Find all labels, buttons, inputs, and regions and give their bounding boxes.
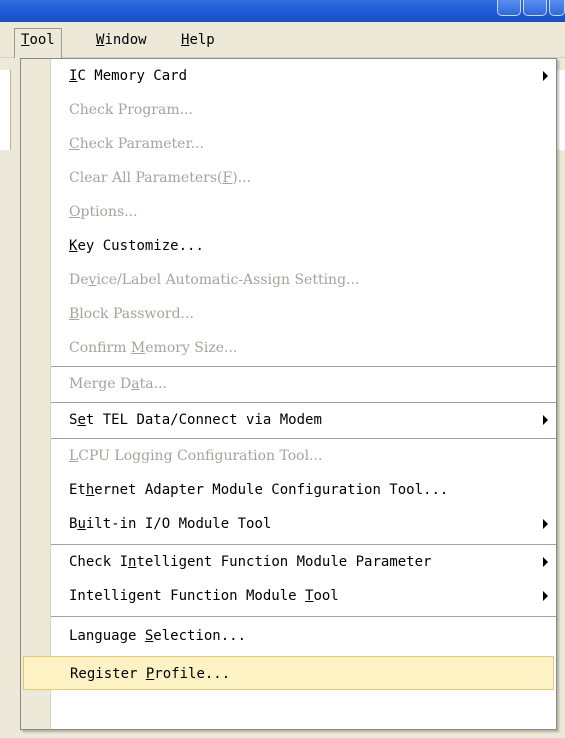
menu-icon-gutter [21,59,51,729]
menu-help[interactable]: Help [175,28,221,52]
menu-item-options[interactable]: Options... [51,195,556,229]
submenu-arrow-icon [543,519,548,529]
menu-tool[interactable]: Tool [14,28,62,58]
close-button[interactable] [549,0,565,16]
menu-item-confirm-memory-size[interactable]: Confirm Memory Size... [51,331,556,365]
menu-help-rest: elp [189,32,215,48]
menu-item-set-tel-data[interactable]: Set TEL Data/Connect via Modem [51,403,556,437]
menu-item-ethernet-adapter-tool[interactable]: Ethernet Adapter Module Configuration To… [51,473,556,507]
menu-tool-rest: ool [29,32,55,48]
menu-item-check-program[interactable]: Check Program... [51,93,556,127]
menu-separator [51,616,556,617]
menu-item-lcpu-logging[interactable]: LCPU Logging Configuration Tool... [51,439,556,473]
tool-dropdown-menu: IC Memory Card Check Program... Check Pa… [20,58,557,730]
menu-item-builtin-io-tool[interactable]: Built-in I/O Module Tool [51,507,556,541]
menu-item-merge-data[interactable]: Merge Data... [51,367,556,401]
menu-item-check-intelligent-parameter[interactable]: Check Intelligent Function Module Parame… [51,545,556,579]
menu-item-check-parameter[interactable]: Check Parameter... [51,127,556,161]
submenu-arrow-icon [543,591,548,601]
menu-bar: Tool Window Help [0,22,565,58]
maximize-button[interactable] [523,0,547,16]
menu-item-clear-all-parameters[interactable]: Clear All Parameters(F)... [51,161,556,195]
menu-item-register-profile[interactable]: Register Profile... [23,656,554,690]
menu-item-intelligent-module-tool[interactable]: Intelligent Function Module Tool [51,579,556,613]
menu-item-key-customize[interactable]: Key Customize... [51,229,556,263]
submenu-arrow-icon [543,557,548,567]
left-edge-panel [0,70,11,150]
menu-item-block-password[interactable]: Block Password... [51,297,556,331]
submenu-arrow-icon [543,415,548,425]
menu-item-ic-memory-card[interactable]: IC Memory Card [51,59,556,93]
menu-item-device-label-auto-assign[interactable]: Device/Label Automatic-Assign Setting... [51,263,556,297]
menu-item-language-selection[interactable]: Language Selection... [51,619,556,653]
minimize-button[interactable] [497,0,521,16]
window-title-bar [0,0,565,22]
menu-window-rest: indow [104,32,147,48]
menu-window[interactable]: Window [90,28,153,52]
submenu-arrow-icon [543,71,548,81]
